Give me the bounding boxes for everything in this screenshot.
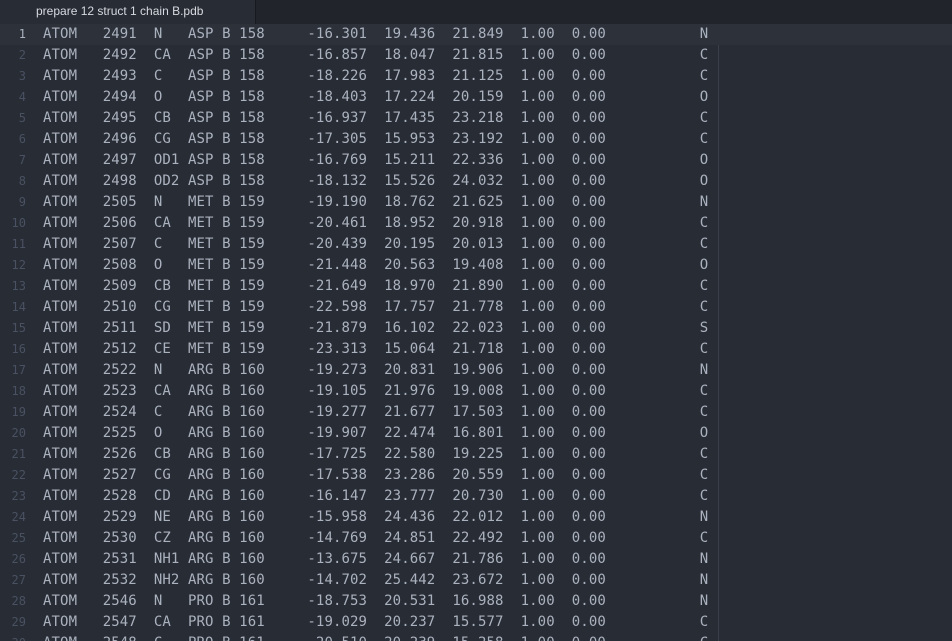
line-text: ATOM 2510 CG MET B 159 -22.598 17.757 21… (43, 299, 709, 315)
line-text: ATOM 2508 O MET B 159 -21.448 20.563 19.… (43, 257, 709, 273)
line-number: 23 (11, 489, 26, 503)
file-tab[interactable]: prepare 12 struct 1 chain B.pdb (0, 0, 256, 25)
line-number: 27 (11, 573, 26, 587)
code-line[interactable]: 29 ATOM 2547 CA PRO B 161 -19.029 20.237 … (0, 612, 952, 633)
line-text: ATOM 2548 C PRO B 161 -20.510 20.239 15.… (43, 633, 708, 641)
line-text: ATOM 2511 SD MET B 159 -21.879 16.102 22… (43, 320, 709, 336)
line-number: 18 (11, 384, 26, 398)
line-text: ATOM 2496 CG ASP B 158 -17.305 15.953 23… (43, 131, 709, 147)
tab-bar: prepare 12 struct 1 chain B.pdb (0, 0, 952, 25)
line-text: ATOM 2531 NH1 ARG B 160 -13.675 24.667 2… (43, 551, 709, 567)
code-line[interactable]: 7 ATOM 2497 OD1 ASP B 158 -16.769 15.211 … (0, 150, 952, 171)
code-line[interactable]: 21 ATOM 2526 CB ARG B 160 -17.725 22.580 … (0, 444, 952, 465)
code-line[interactable]: 27 ATOM 2532 NH2 ARG B 160 -14.702 25.442… (0, 570, 952, 591)
line-text: ATOM 2522 N ARG B 160 -19.273 20.831 19.… (43, 362, 709, 378)
line-text: ATOM 2529 NE ARG B 160 -15.958 24.436 22… (43, 509, 709, 525)
line-text: ATOM 2526 CB ARG B 160 -17.725 22.580 19… (43, 446, 709, 462)
code-editor[interactable]: 1 ATOM 2491 N ASP B 158 -16.301 19.436 21… (0, 24, 952, 641)
code-line[interactable]: 14 ATOM 2510 CG MET B 159 -22.598 17.757 … (0, 297, 952, 318)
code-line[interactable]: 2 ATOM 2492 CA ASP B 158 -16.857 18.047 2… (0, 45, 952, 66)
line-text: ATOM 2493 C ASP B 158 -18.226 17.983 21.… (43, 68, 709, 84)
line-number: 26 (11, 552, 26, 566)
line-text: ATOM 2528 CD ARG B 160 -16.147 23.777 20… (43, 488, 709, 504)
line-text: ATOM 2546 N PRO B 161 -18.753 20.531 16.… (43, 593, 709, 609)
code-line[interactable]: 26 ATOM 2531 NH1 ARG B 160 -13.675 24.667… (0, 549, 952, 570)
editor-window: prepare 12 struct 1 chain B.pdb 1 ATOM 24… (0, 0, 952, 641)
line-number: 10 (11, 216, 26, 230)
line-text: ATOM 2525 O ARG B 160 -19.907 22.474 16.… (43, 425, 709, 441)
line-number: 6 (18, 132, 26, 146)
code-line[interactable]: 24 ATOM 2529 NE ARG B 160 -15.958 24.436 … (0, 507, 952, 528)
line-text: ATOM 2494 O ASP B 158 -18.403 17.224 20.… (43, 89, 709, 105)
line-text: ATOM 2498 OD2 ASP B 158 -18.132 15.526 2… (43, 173, 709, 189)
code-line[interactable]: 3 ATOM 2493 C ASP B 158 -18.226 17.983 21… (0, 66, 952, 87)
code-line[interactable]: 11 ATOM 2507 C MET B 159 -20.439 20.195 2… (0, 234, 952, 255)
line-number: 4 (18, 90, 26, 104)
line-text: ATOM 2532 NH2 ARG B 160 -14.702 25.442 2… (43, 572, 709, 588)
code-line[interactable]: 30 ATOM 2548 C PRO B 161 -20.510 20.239 1… (0, 633, 952, 641)
line-number: 14 (11, 300, 26, 314)
code-line[interactable]: 20 ATOM 2525 O ARG B 160 -19.907 22.474 1… (0, 423, 952, 444)
line-number: 24 (11, 510, 26, 524)
code-line[interactable]: 9 ATOM 2505 N MET B 159 -19.190 18.762 21… (0, 192, 952, 213)
line-number: 2 (18, 48, 26, 62)
code-line[interactable]: 16 ATOM 2512 CE MET B 159 -23.313 15.064 … (0, 339, 952, 360)
code-line[interactable]: 10 ATOM 2506 CA MET B 159 -20.461 18.952 … (0, 213, 952, 234)
code-line[interactable]: 1 ATOM 2491 N ASP B 158 -16.301 19.436 21… (0, 24, 952, 45)
code-line[interactable]: 13 ATOM 2509 CB MET B 159 -21.649 18.970 … (0, 276, 952, 297)
code-line[interactable]: 28 ATOM 2546 N PRO B 161 -18.753 20.531 1… (0, 591, 952, 612)
code-line[interactable]: 25 ATOM 2530 CZ ARG B 160 -14.769 24.851 … (0, 528, 952, 549)
line-number: 19 (11, 405, 26, 419)
line-text: ATOM 2492 CA ASP B 158 -16.857 18.047 21… (43, 47, 709, 63)
line-text: ATOM 2524 C ARG B 160 -19.277 21.677 17.… (43, 404, 709, 420)
line-text: ATOM 2523 CA ARG B 160 -19.105 21.976 19… (43, 383, 709, 399)
code-line[interactable]: 19 ATOM 2524 C ARG B 160 -19.277 21.677 1… (0, 402, 952, 423)
line-number: 17 (11, 363, 26, 377)
code-line[interactable]: 23 ATOM 2528 CD ARG B 160 -16.147 23.777 … (0, 486, 952, 507)
line-number: 11 (11, 237, 26, 251)
line-number: 8 (18, 174, 26, 188)
line-text: ATOM 2527 CG ARG B 160 -17.538 23.286 20… (43, 467, 709, 483)
line-number: 3 (18, 69, 26, 83)
line-text: ATOM 2497 OD1 ASP B 158 -16.769 15.211 2… (43, 152, 709, 168)
line-number: 21 (11, 447, 26, 461)
line-number: 12 (11, 258, 26, 272)
line-text: ATOM 2547 CA PRO B 161 -19.029 20.237 15… (43, 614, 709, 630)
line-number: 22 (11, 468, 26, 482)
code-line[interactable]: 8 ATOM 2498 OD2 ASP B 158 -18.132 15.526 … (0, 171, 952, 192)
line-text: ATOM 2506 CA MET B 159 -20.461 18.952 20… (43, 215, 709, 231)
code-line[interactable]: 4 ATOM 2494 O ASP B 158 -18.403 17.224 20… (0, 87, 952, 108)
line-number: 20 (11, 426, 26, 440)
code-line[interactable]: 18 ATOM 2523 CA ARG B 160 -19.105 21.976 … (0, 381, 952, 402)
line-number: 28 (11, 594, 26, 608)
line-text: ATOM 2491 N ASP B 158 -16.301 19.436 21.… (43, 26, 709, 42)
line-text: ATOM 2495 CB ASP B 158 -16.937 17.435 23… (43, 110, 709, 126)
code-line[interactable]: 5 ATOM 2495 CB ASP B 158 -16.937 17.435 2… (0, 108, 952, 129)
line-text: ATOM 2512 CE MET B 159 -23.313 15.064 21… (43, 341, 709, 357)
line-number: 7 (18, 153, 26, 167)
line-number: 13 (11, 279, 26, 293)
code-line[interactable]: 15 ATOM 2511 SD MET B 159 -21.879 16.102 … (0, 318, 952, 339)
line-number: 15 (11, 321, 26, 335)
line-text: ATOM 2505 N MET B 159 -19.190 18.762 21.… (43, 194, 709, 210)
line-number: 5 (18, 111, 26, 125)
line-number: 16 (11, 342, 26, 356)
line-number: 9 (18, 195, 26, 209)
code-line[interactable]: 12 ATOM 2508 O MET B 159 -21.448 20.563 1… (0, 255, 952, 276)
line-text: ATOM 2507 C MET B 159 -20.439 20.195 20.… (43, 236, 709, 252)
code-line[interactable]: 22 ATOM 2527 CG ARG B 160 -17.538 23.286 … (0, 465, 952, 486)
code-line[interactable]: 17 ATOM 2522 N ARG B 160 -19.273 20.831 1… (0, 360, 952, 381)
line-text: ATOM 2509 CB MET B 159 -21.649 18.970 21… (43, 278, 709, 294)
editor-lines: 1 ATOM 2491 N ASP B 158 -16.301 19.436 21… (0, 24, 952, 641)
code-line[interactable]: 6 ATOM 2496 CG ASP B 158 -17.305 15.953 2… (0, 129, 952, 150)
line-number: 30 (0, 633, 26, 641)
line-number: 25 (11, 531, 26, 545)
line-number: 29 (11, 615, 26, 629)
tab-title: prepare 12 struct 1 chain B.pdb (36, 4, 204, 18)
line-number: 1 (18, 27, 26, 41)
line-text: ATOM 2530 CZ ARG B 160 -14.769 24.851 22… (43, 530, 709, 546)
